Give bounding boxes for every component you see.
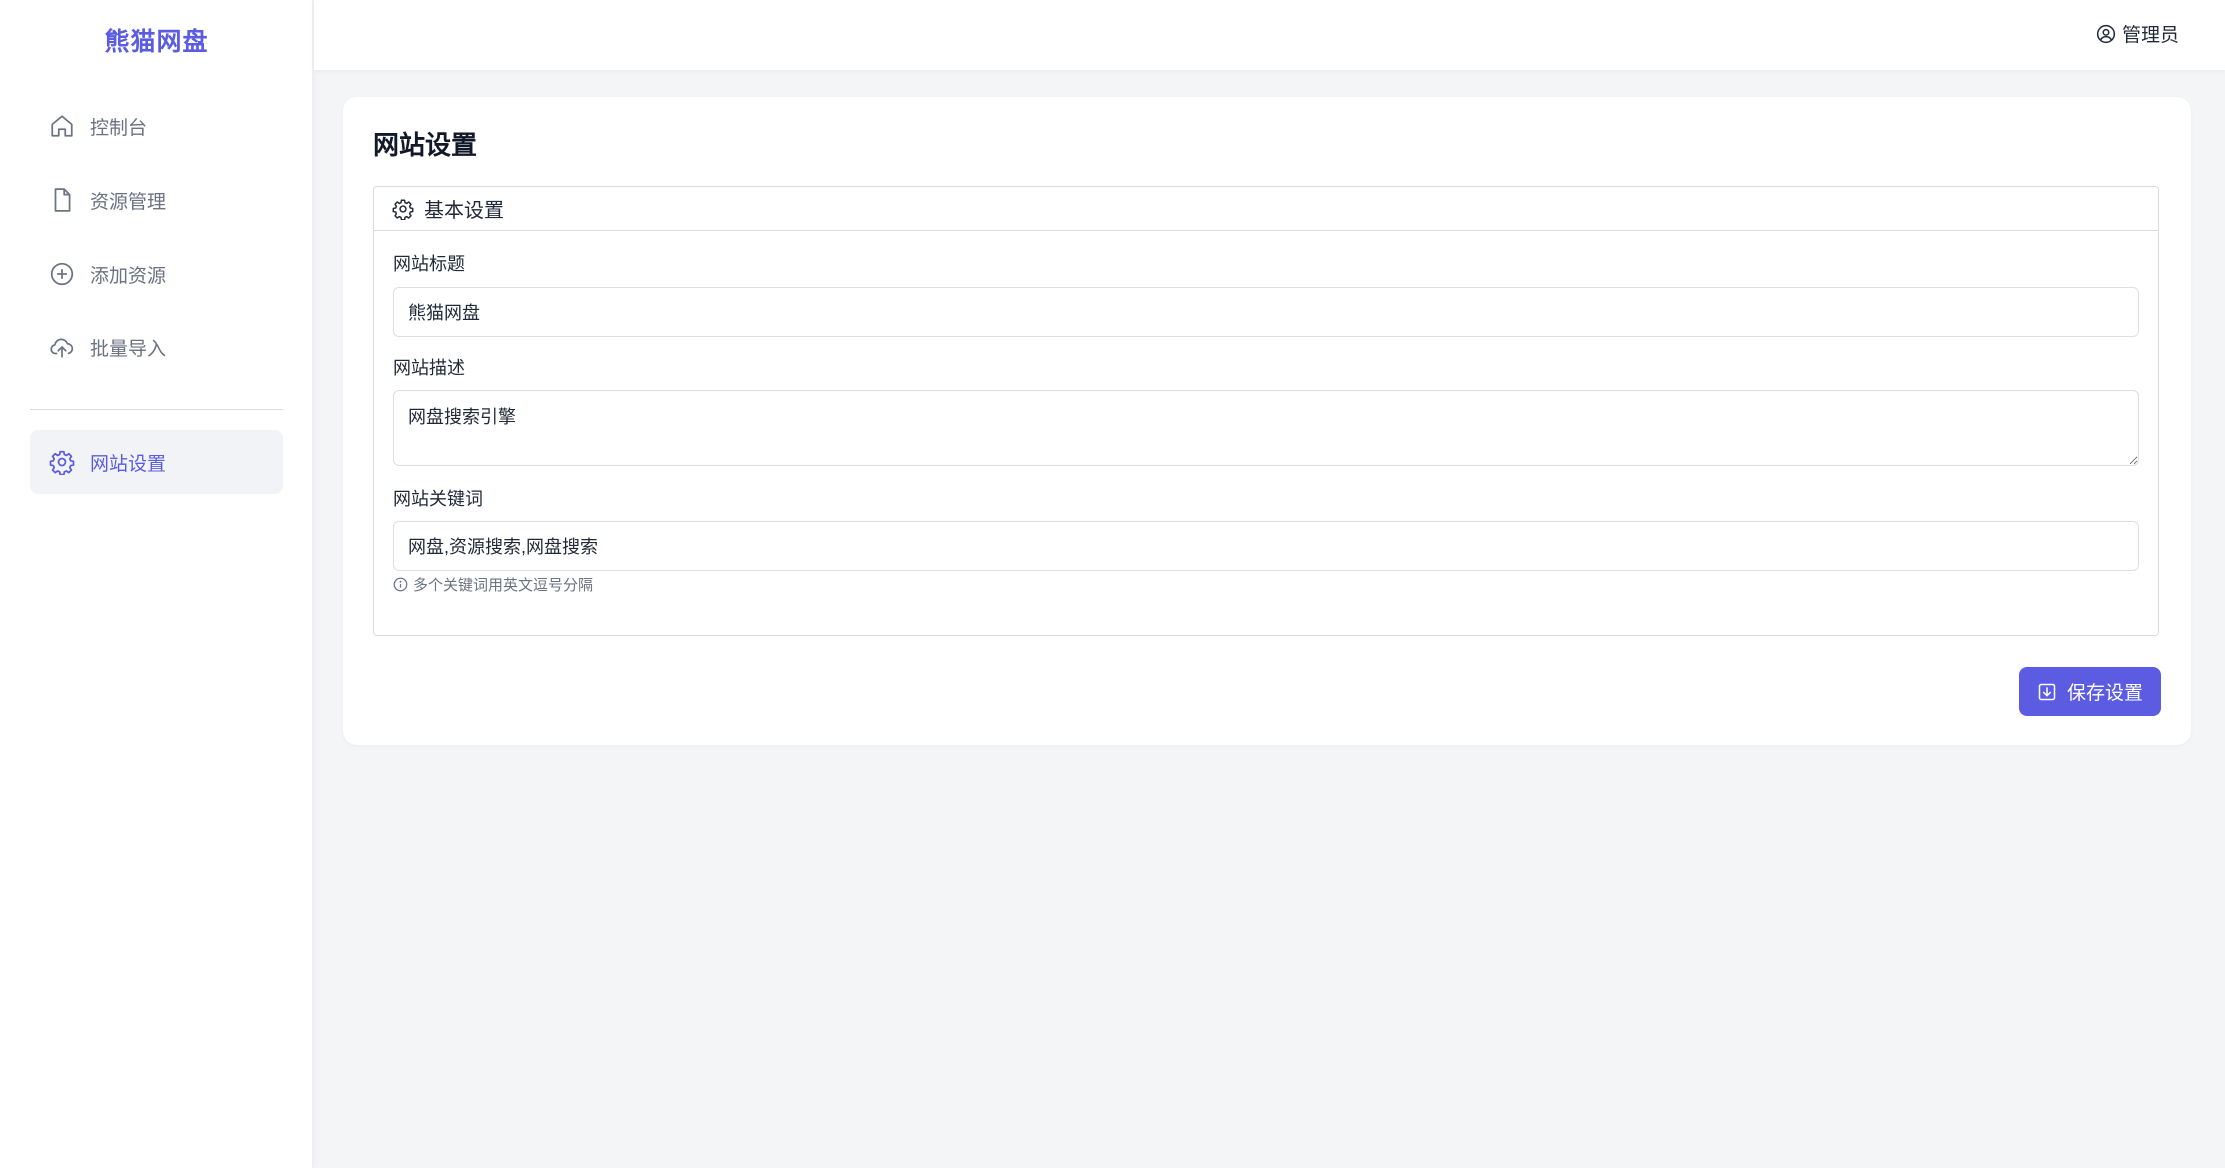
sidebar: 熊猫网盘 控制台 资源管理 添加资源 批量导入 网站设置 [0, 0, 313, 1168]
user-circle-icon [2096, 24, 2122, 44]
sidebar-item-label: 批量导入 [90, 338, 167, 360]
site-title-label: 网站标题 [393, 254, 465, 274]
save-button-label: 保存设置 [2066, 683, 2143, 704]
site-keywords-label: 网站关键词 [393, 489, 483, 509]
sidebar-item-add-resource[interactable]: 添加资源 [30, 242, 283, 306]
sidebar-item-label: 网站设置 [90, 453, 167, 475]
sidebar-item-resources[interactable]: 资源管理 [30, 168, 283, 232]
sidebar-item-label: 资源管理 [90, 191, 167, 213]
settings-card: 网站设置 基本设置 网站标题 网站描述 网盘搜索引擎 网站关键词 多个关键词用英… [343, 97, 2191, 745]
site-description-label: 网站描述 [393, 358, 465, 378]
cloud-upload-icon [49, 334, 75, 360]
keywords-hint: 多个关键词用英文逗号分隔 [393, 574, 593, 595]
gear-icon [392, 198, 424, 220]
page-title: 网站设置 [373, 130, 478, 160]
site-keywords-input[interactable] [393, 521, 2139, 571]
sidebar-item-label: 控制台 [90, 117, 148, 139]
section-title: 基本设置 [424, 200, 504, 222]
top-bar: 管理员 [314, 0, 2225, 70]
save-icon [2037, 682, 2067, 702]
sidebar-item-dashboard[interactable]: 控制台 [30, 94, 283, 158]
sidebar-item-label: 添加资源 [90, 265, 167, 287]
sidebar-item-bulk-import[interactable]: 批量导入 [30, 315, 283, 379]
user-name: 管理员 [2121, 25, 2179, 46]
sidebar-divider [30, 409, 283, 410]
sidebar-item-site-settings[interactable]: 网站设置 [30, 430, 283, 494]
save-settings-button[interactable]: 保存设置 [2019, 667, 2161, 716]
site-title-input[interactable] [393, 287, 2139, 337]
plus-circle-icon [49, 261, 75, 287]
info-icon [393, 577, 413, 592]
basic-settings-section: 基本设置 网站标题 网站描述 网盘搜索引擎 网站关键词 多个关键词用英文逗号分隔 [373, 186, 2159, 636]
section-header: 基本设置 [374, 187, 2158, 231]
home-icon [49, 113, 75, 139]
app-logo[interactable]: 熊猫网盘 [0, 22, 313, 58]
hint-text: 多个关键词用英文逗号分隔 [413, 577, 594, 594]
file-icon [49, 187, 75, 213]
site-description-input[interactable]: 网盘搜索引擎 [393, 390, 2139, 466]
user-menu[interactable]: 管理员 [2096, 20, 2179, 47]
gear-icon [49, 449, 75, 475]
